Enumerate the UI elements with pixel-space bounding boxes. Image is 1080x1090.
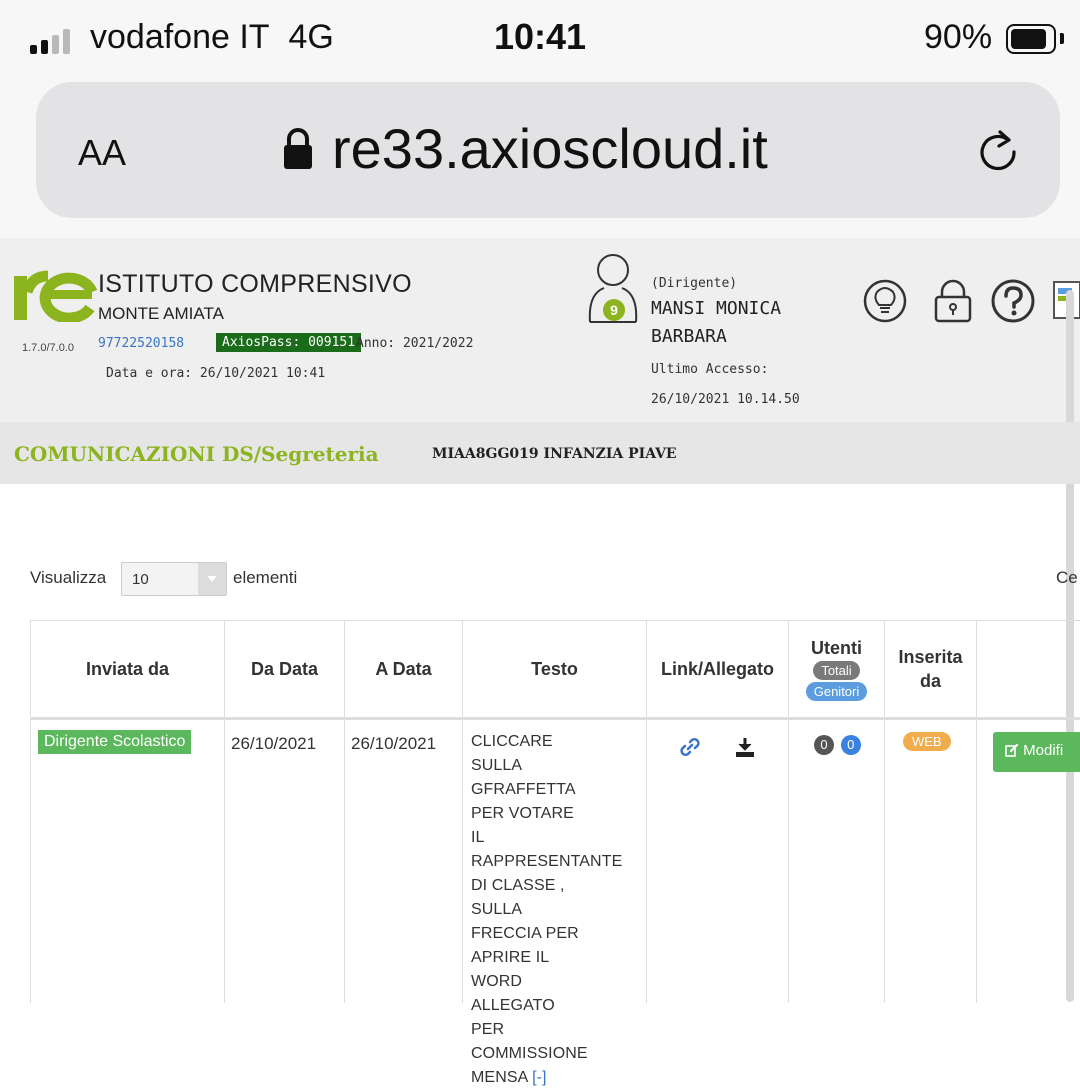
- web-badge: WEB: [903, 732, 951, 751]
- user-avatar-icon[interactable]: 9: [584, 250, 642, 324]
- cell-inserita-da: WEB: [885, 720, 977, 1003]
- length-prefix: Visualizza: [30, 568, 107, 587]
- communications-table: Inviata da Da Data A Data Testo Link/All…: [30, 620, 1080, 1086]
- collapse-toggle[interactable]: [-]: [532, 1069, 547, 1086]
- carrier-label: vodafone IT 4G: [90, 18, 334, 56]
- column-header-link-allegato[interactable]: Link/Allegato: [647, 621, 789, 717]
- edit-button-label: Modifi: [1023, 742, 1064, 759]
- sender-badge: Dirigente Scolastico: [38, 730, 192, 754]
- column-header-inviata-da[interactable]: Inviata da: [31, 621, 225, 717]
- app-version: 1.7.0/7.0.0: [22, 342, 74, 354]
- app-header: 1.7.0/7.0.0 ISTITUTO COMPRENSIVO MONTE A…: [0, 238, 1080, 422]
- column-header-testo[interactable]: Testo: [463, 621, 647, 717]
- column-header-a-data[interactable]: A Data: [345, 621, 463, 717]
- genitori-badge: Genitori: [805, 681, 868, 701]
- battery-percent: 90%: [924, 18, 993, 56]
- search-label: Ce: [1056, 568, 1078, 587]
- school-year: Anno: 2021/2022: [356, 336, 474, 351]
- browser-chrome: AA re33.axioscloud.it: [0, 82, 1080, 238]
- user-notification-count: 9: [610, 302, 618, 318]
- school-code-link[interactable]: 97722520158: [98, 336, 184, 351]
- page-length-value: 10: [132, 571, 149, 588]
- user-name-line1: MANSI MONICA: [651, 298, 782, 319]
- column-header-utenti[interactable]: Utenti Totali Genitori: [789, 621, 885, 717]
- lock-icon: [284, 128, 312, 169]
- totali-badge: Totali: [813, 660, 860, 680]
- signal-icon: [30, 28, 70, 54]
- battery-icon: [1006, 24, 1056, 54]
- school-subname: MONTE AMIATA: [98, 304, 224, 323]
- axios-pass-badge: AxiosPass: 009151: [216, 333, 362, 352]
- edit-button[interactable]: Modifi: [993, 732, 1080, 772]
- current-datetime: Data e ora: 26/10/2021 10:41: [106, 366, 326, 381]
- edit-icon: [1005, 743, 1019, 757]
- column-header-inserita-da[interactable]: Inserita da: [885, 621, 977, 717]
- text-size-button[interactable]: AA: [78, 132, 126, 174]
- url-text[interactable]: re33.axioscloud.it: [332, 116, 768, 181]
- section-school: MIAA8GG019 INFANZIA PIAVE: [432, 446, 677, 462]
- school-name: ISTITUTO COMPRENSIVO: [98, 270, 412, 298]
- padlock-icon[interactable]: [930, 278, 976, 324]
- section-bar: COMUNICAZIONI DS/Segreteria MIAA8GG019 I…: [0, 422, 1080, 484]
- page-length-select[interactable]: 10: [121, 562, 227, 596]
- last-access-value: 26/10/2021 10.14.50: [651, 392, 800, 407]
- column-header-da-data[interactable]: Da Data: [225, 621, 345, 717]
- section-title: COMUNICAZIONI DS/Segreteria: [14, 442, 379, 466]
- last-access-label: Ultimo Accesso:: [651, 362, 769, 377]
- lightbulb-icon[interactable]: [862, 278, 908, 324]
- totali-count: 0: [814, 735, 834, 755]
- cell-actions: Modifi: [977, 720, 1080, 1003]
- length-suffix: elementi: [233, 568, 298, 587]
- status-time: 10:41: [494, 16, 587, 57]
- cell-testo: CLICCARE SULLA GFRAFFETTA PER VOTARE IL …: [463, 720, 647, 1086]
- message-text: CLICCARE SULLA GFRAFFETTA PER VOTARE IL …: [471, 733, 623, 1086]
- dropdown-arrow-icon[interactable]: [198, 563, 226, 595]
- cell-utenti: 0 0: [789, 720, 885, 1003]
- genitori-count: 0: [840, 735, 861, 755]
- reload-icon[interactable]: [974, 126, 1022, 174]
- address-bar[interactable]: AA re33.axioscloud.it: [36, 82, 1060, 218]
- link-icon[interactable]: [679, 736, 701, 758]
- cell-a-data: 26/10/2021: [345, 720, 463, 1003]
- table-row: Dirigente Scolastico: [31, 720, 225, 1003]
- user-role: (Dirigente): [651, 276, 738, 291]
- status-bar: vodafone IT 4G 10:41 90%: [0, 0, 1080, 82]
- cell-da-data: 26/10/2021: [225, 720, 345, 1003]
- battery-nub: [1060, 33, 1064, 44]
- logo-icon: [14, 270, 98, 322]
- user-name-line2: BARBARA: [651, 326, 727, 347]
- download-icon[interactable]: [735, 736, 755, 758]
- cell-link-allegato: [647, 720, 789, 1003]
- column-header-actions: [977, 621, 1080, 717]
- help-icon[interactable]: [990, 278, 1036, 324]
